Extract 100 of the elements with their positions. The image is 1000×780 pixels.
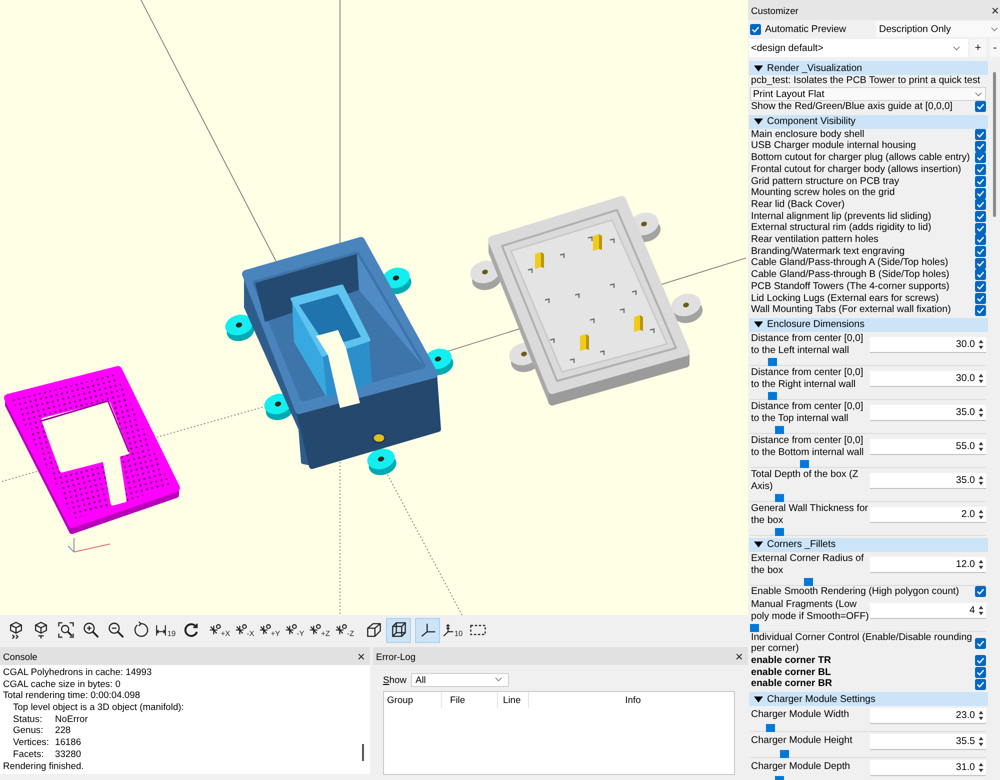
section-header[interactable]: Corners _Fillets (749, 538, 988, 552)
checkbox[interactable] (975, 304, 986, 316)
column-header[interactable]: Info (529, 692, 734, 708)
parameter-label: pcb_test: Isolates the PCB Tower to print a quick test (751, 75, 980, 86)
scrollbar-thumb[interactable] (362, 744, 364, 761)
console-stat-label: Vertices: (13, 736, 50, 748)
expand-triangle-icon[interactable] (754, 540, 763, 550)
checkbox[interactable] (975, 586, 986, 598)
checkbox[interactable] (975, 638, 986, 649)
spin-arrows-icon[interactable] (978, 509, 984, 520)
spin-arrows-icon[interactable] (978, 475, 984, 486)
close-button[interactable]: × (357, 650, 365, 662)
console-line: Top level object is a 3D object (manifold): (13, 701, 184, 712)
section-header[interactable]: Enclosure Dimensions (749, 318, 988, 332)
expand-triangle-icon[interactable] (754, 694, 763, 704)
panel-title: Console (3, 650, 38, 662)
zoom-fit-icon (56, 621, 74, 639)
dropdown[interactable]: Print Layout Flat (750, 87, 986, 101)
checkbox[interactable] (975, 234, 986, 246)
slider-thumb[interactable] (768, 392, 778, 400)
column-header[interactable]: Group (384, 692, 442, 708)
number-field[interactable]: 30.0 (870, 371, 986, 388)
parameter-label: Bottom cutout for charger plug (allows cable entry) (751, 152, 971, 164)
checkbox[interactable] (975, 129, 986, 140)
number-field[interactable]: 12.0 (870, 557, 986, 574)
scrollbar-thumb[interactable] (993, 72, 996, 217)
spin-arrows-icon[interactable] (978, 559, 984, 570)
console-line: Total rendering time: 0:00:04.098 (3, 689, 140, 700)
filter-dropdown[interactable]: All (411, 672, 510, 686)
checkbox[interactable] (975, 140, 986, 152)
number-field[interactable]: 35.5 (870, 734, 986, 750)
dimension-arrow-icon (155, 622, 168, 638)
slider-thumb[interactable] (800, 460, 809, 468)
slider-thumb[interactable] (774, 528, 784, 536)
circular-arrow-icon (182, 621, 200, 639)
parameter-label: General Wall Thickness for the box (750, 502, 870, 528)
checkbox[interactable] (975, 246, 986, 258)
spin-arrows-icon[interactable] (978, 762, 984, 773)
number-field[interactable]: 2.0 (870, 507, 986, 524)
number-field[interactable]: 4 (870, 603, 986, 620)
spin-arrows-icon[interactable] (978, 407, 984, 418)
checkbox[interactable] (975, 667, 986, 678)
column-header[interactable]: Line (498, 692, 529, 708)
checkbox[interactable] (975, 152, 986, 164)
checkbox[interactable] (975, 258, 986, 269)
spin-arrows-icon[interactable] (978, 441, 984, 452)
number-field[interactable]: 31.0 (870, 760, 986, 776)
show-axes-button[interactable] (415, 618, 440, 642)
description-dropdown[interactable]: Description Only (876, 21, 1000, 37)
close-button[interactable]: × (991, 4, 999, 16)
section-header[interactable]: Charger Module Settings (749, 692, 988, 706)
circular-arrow-icon (132, 621, 150, 639)
checkbox[interactable] (975, 281, 986, 292)
number-field[interactable]: 35.0 (870, 405, 986, 422)
axes-icon (442, 622, 454, 638)
column-header[interactable]: File (442, 692, 498, 708)
number-field[interactable]: 55.0 (870, 439, 986, 456)
section-header[interactable]: Component Visibility (749, 114, 988, 129)
preset-dropdown[interactable]: <design default> (749, 39, 968, 57)
checkbox[interactable] (975, 655, 986, 666)
checkbox[interactable] (975, 269, 986, 280)
expand-triangle-icon[interactable] (754, 117, 763, 126)
expand-triangle-icon[interactable] (754, 320, 763, 330)
slider-thumb[interactable] (768, 358, 778, 366)
checkbox[interactable] (975, 678, 986, 690)
checkbox[interactable] (975, 164, 986, 176)
checkbox[interactable] (975, 101, 986, 112)
zoom-out-icon (106, 621, 124, 639)
checkbox[interactable] (975, 210, 986, 222)
3d-viewport[interactable] (0, 0, 748, 615)
spin-arrows-icon[interactable] (978, 605, 984, 616)
slider-thumb[interactable] (780, 750, 788, 758)
number-field[interactable]: 35.0 (870, 473, 986, 490)
add-button[interactable]: + (970, 39, 986, 57)
checkbox[interactable] (975, 292, 986, 304)
slider-thumb[interactable] (774, 426, 784, 434)
parameter-label: Distance from center [0,0] to the Left internal wall (750, 332, 864, 358)
slider-thumb[interactable] (750, 624, 759, 632)
checkbox[interactable] (975, 188, 986, 199)
checkbox[interactable] (975, 176, 986, 187)
slider-thumb[interactable] (766, 724, 775, 732)
slider-thumb[interactable] (804, 578, 814, 586)
checkbox[interactable] (750, 24, 761, 34)
number-field[interactable]: 23.0 (870, 708, 986, 724)
slider-thumb[interactable] (774, 494, 784, 502)
spin-arrows-icon[interactable] (978, 339, 984, 350)
remove-button[interactable]: - (990, 39, 1000, 57)
spin-arrows-icon[interactable] (978, 736, 984, 747)
orthogonal-button[interactable] (386, 618, 411, 642)
checkbox[interactable] (975, 222, 986, 234)
number-field[interactable]: 30.0 (870, 337, 986, 354)
spin-arrows-icon[interactable] (978, 710, 984, 721)
spin-arrows-icon[interactable] (978, 373, 984, 384)
close-button[interactable]: × (735, 650, 743, 662)
checkbox[interactable] (975, 199, 986, 210)
expand-triangle-icon[interactable] (754, 64, 763, 72)
cube-icon (390, 621, 408, 639)
parameter-label: Manual Fragments (Low poly mode if Smooth=OFF) (750, 598, 870, 624)
parameter-label: Rear ventilation pattern holes (751, 234, 880, 246)
section-header[interactable]: Render _Visualization (749, 61, 988, 75)
